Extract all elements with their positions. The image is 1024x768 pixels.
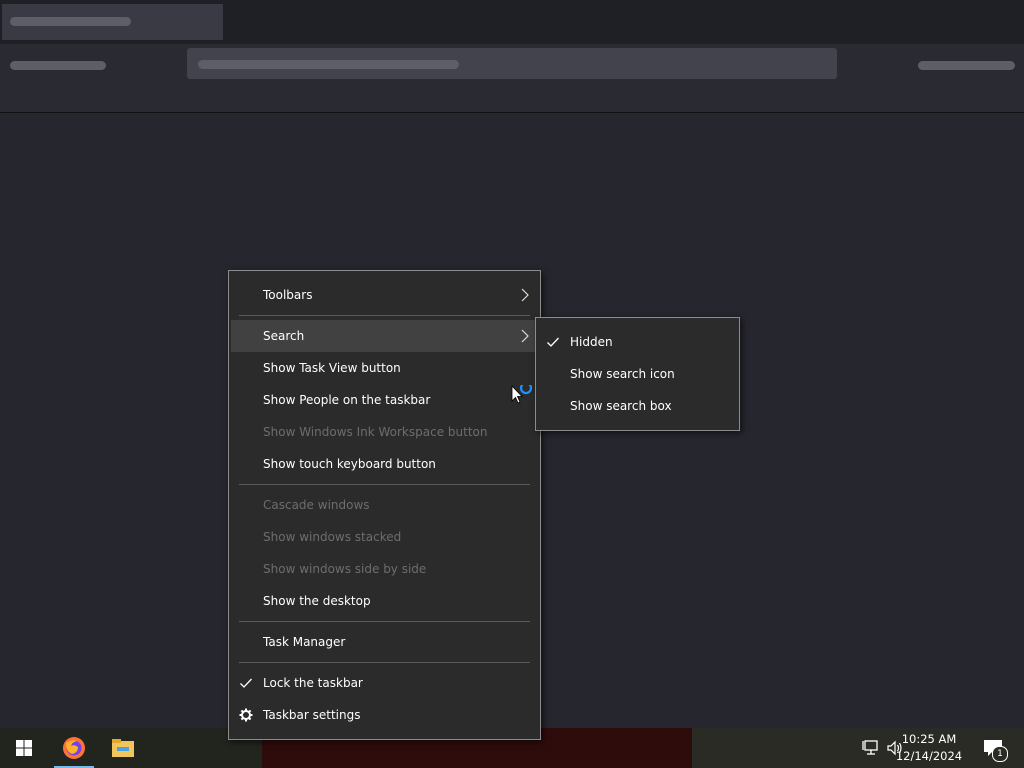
menu-item-label: Lock the taskbar bbox=[263, 676, 363, 690]
submenu-item-show-search-box[interactable]: Show search box bbox=[536, 390, 739, 422]
menu-item-label: Taskbar settings bbox=[263, 708, 361, 722]
menu-item-lock-taskbar[interactable]: Lock the taskbar bbox=[229, 667, 540, 699]
busy-cursor-icon bbox=[511, 385, 533, 404]
window-toolbar bbox=[0, 44, 1024, 113]
firefox-icon bbox=[63, 737, 85, 759]
notification-count-badge: 1 bbox=[992, 746, 1008, 762]
browser-tab[interactable] bbox=[2, 4, 223, 40]
menu-separator bbox=[239, 484, 530, 485]
submenu-item-label: Show search icon bbox=[570, 367, 675, 381]
clock-date: 12/14/2024 bbox=[895, 749, 963, 763]
address-bar[interactable] bbox=[187, 48, 837, 79]
menu-separator bbox=[239, 621, 530, 622]
menu-item-label: Show People on the taskbar bbox=[263, 393, 431, 407]
file-explorer-taskbar-button[interactable] bbox=[99, 728, 147, 768]
menu-item-task-manager[interactable]: Task Manager bbox=[229, 626, 540, 658]
menu-item-taskbar-settings[interactable]: Taskbar settings bbox=[229, 699, 540, 731]
menu-item-show-ink-workspace: Show Windows Ink Workspace button bbox=[229, 416, 540, 448]
menu-item-label: Show touch keyboard button bbox=[263, 457, 436, 471]
menu-item-search[interactable]: Search bbox=[231, 320, 538, 352]
menu-item-label: Show Windows Ink Workspace button bbox=[263, 425, 488, 439]
menu-item-show-people[interactable]: Show People on the taskbar bbox=[229, 384, 540, 416]
submenu-item-hidden[interactable]: Hidden bbox=[536, 326, 739, 358]
menu-item-show-desktop[interactable]: Show the desktop bbox=[229, 585, 540, 617]
menu-separator bbox=[239, 315, 530, 316]
menu-item-label: Show windows stacked bbox=[263, 530, 402, 544]
nav-placeholder bbox=[10, 61, 106, 70]
tab-title-placeholder bbox=[10, 17, 131, 26]
gear-icon bbox=[239, 708, 253, 722]
address-placeholder bbox=[198, 60, 459, 69]
network-icon[interactable] bbox=[861, 738, 881, 758]
chevron-right-icon bbox=[521, 288, 529, 302]
window-tabstrip bbox=[0, 0, 1024, 44]
menu-item-label: Cascade windows bbox=[263, 498, 370, 512]
notification-count: 1 bbox=[997, 749, 1003, 759]
menu-item-windows-stacked: Show windows stacked bbox=[229, 521, 540, 553]
menu-item-label: Show the desktop bbox=[263, 594, 371, 608]
taskbar-clock[interactable]: 10:25 AM 12/14/2024 bbox=[894, 731, 964, 765]
submenu-item-show-search-icon[interactable]: Show search icon bbox=[536, 358, 739, 390]
submenu-item-label: Hidden bbox=[570, 335, 613, 349]
menu-item-show-touch-keyboard[interactable]: Show touch keyboard button bbox=[229, 448, 540, 480]
menu-item-windows-side-by-side: Show windows side by side bbox=[229, 553, 540, 585]
toolbar-right-placeholder bbox=[918, 61, 1015, 70]
windows-logo-icon bbox=[16, 740, 32, 756]
clock-time: 10:25 AM bbox=[901, 732, 957, 746]
menu-item-show-task-view[interactable]: Show Task View button bbox=[229, 352, 540, 384]
action-center-button[interactable]: 1 bbox=[980, 736, 1008, 762]
menu-item-label: Toolbars bbox=[263, 288, 313, 302]
menu-item-toolbars[interactable]: Toolbars bbox=[229, 279, 540, 311]
taskbar-context-menu: Toolbars Search Show Task View button Sh… bbox=[228, 270, 541, 740]
menu-item-label: Task Manager bbox=[263, 635, 346, 649]
start-button[interactable] bbox=[0, 728, 48, 768]
chevron-right-icon bbox=[521, 329, 529, 343]
checkmark-icon bbox=[547, 337, 559, 347]
search-submenu: Hidden Show search icon Show search box bbox=[535, 317, 740, 431]
file-explorer-icon bbox=[112, 739, 134, 757]
menu-item-cascade-windows: Cascade windows bbox=[229, 489, 540, 521]
submenu-item-label: Show search box bbox=[570, 399, 672, 413]
menu-item-label: Search bbox=[263, 329, 305, 343]
menu-separator bbox=[239, 662, 530, 663]
checkmark-icon bbox=[240, 678, 252, 688]
firefox-taskbar-button[interactable] bbox=[50, 728, 98, 768]
menu-item-label: Show windows side by side bbox=[263, 562, 427, 576]
menu-item-label: Show Task View button bbox=[263, 361, 401, 375]
